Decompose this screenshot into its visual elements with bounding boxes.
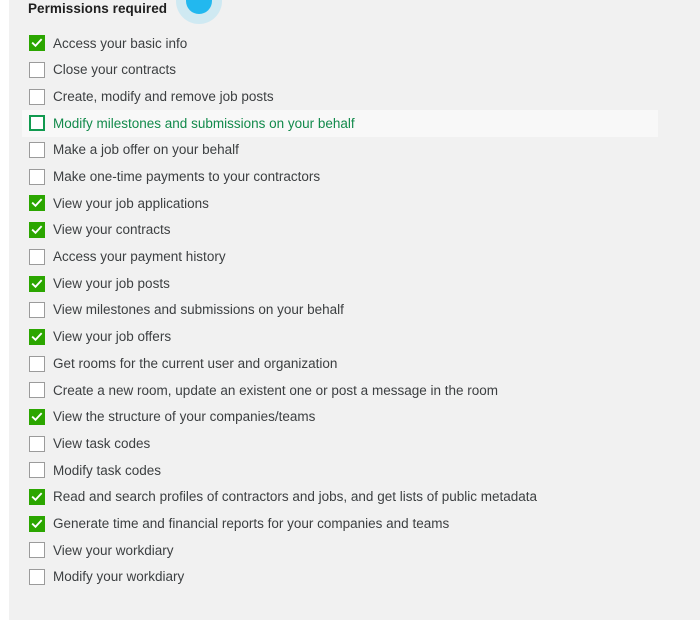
checkbox-unchecked-icon[interactable] [29, 542, 45, 559]
checkbox-checked-icon[interactable] [29, 515, 45, 532]
checkbox-unchecked-icon[interactable] [29, 462, 45, 479]
checkbox-unchecked-icon[interactable] [29, 355, 45, 372]
permission-label: View task codes [53, 435, 151, 451]
permission-label: View your job applications [53, 195, 209, 211]
permission-label: Create, modify and remove job posts [53, 88, 274, 104]
permission-label: Make a job offer on your behalf [53, 142, 239, 158]
checkbox-unchecked-icon[interactable] [29, 62, 45, 79]
permission-row[interactable]: Get rooms for the current user and organ… [0, 350, 700, 377]
permission-row[interactable]: View your job offers [0, 324, 700, 351]
permission-row[interactable]: Modify milestones and submissions on you… [22, 110, 658, 137]
permission-label: Read and search profiles of contractors … [53, 489, 538, 505]
permission-row[interactable]: View your job posts [0, 270, 700, 297]
permission-row[interactable]: Generate time and financial reports for … [0, 510, 700, 537]
permission-row[interactable]: View milestones and submissions on your … [0, 297, 700, 324]
permission-label: Access your payment history [53, 249, 226, 265]
permission-label: View milestones and submissions on your … [53, 302, 344, 318]
permission-label: View your job posts [53, 275, 170, 291]
checkbox-checked-icon[interactable] [29, 408, 45, 425]
permission-label: Create a new room, update an existent on… [53, 382, 499, 398]
permissions-list: Access your basic info Close your contrac… [0, 30, 700, 590]
permission-row[interactable]: View your job applications [0, 190, 700, 217]
checkbox-checked-icon[interactable] [29, 275, 45, 292]
checkbox-unchecked-icon[interactable] [29, 88, 45, 105]
checkbox-unchecked-icon[interactable] [29, 435, 45, 452]
permission-label: Close your contracts [53, 62, 177, 78]
permission-label: Make one-time payments to your contracto… [53, 169, 321, 185]
checkbox-unchecked-icon[interactable] [29, 168, 45, 185]
permission-row[interactable]: Create, modify and remove job posts [0, 83, 700, 110]
click-indicator-icon [176, 0, 222, 24]
permission-label: View the structure of your companies/tea… [53, 409, 316, 425]
checkbox-unchecked-icon[interactable] [29, 248, 45, 265]
page-title: Permissions required [28, 1, 168, 16]
checkbox-unchecked-icon[interactable] [29, 142, 45, 159]
permission-label: Access your basic info [53, 35, 188, 51]
checkbox-unchecked-icon[interactable] [29, 569, 45, 586]
permission-label: View your job offers [53, 329, 172, 345]
permission-row[interactable]: Access your basic info [0, 30, 700, 57]
permission-row[interactable]: View task codes [0, 430, 700, 457]
checkbox-unchecked-icon[interactable] [29, 302, 45, 319]
permission-label: Get rooms for the current user and organ… [53, 355, 338, 371]
permission-row[interactable]: Read and search profiles of contractors … [0, 484, 700, 511]
permission-row[interactable]: Modify your workdiary [0, 564, 700, 591]
permission-row[interactable]: View your workdiary [0, 537, 700, 564]
checkbox-checked-icon[interactable] [29, 328, 45, 345]
permissions-panel: Permissions required Access your basic i… [0, 0, 700, 620]
permission-row[interactable]: Modify task codes [0, 457, 700, 484]
permission-label: Modify task codes [53, 462, 162, 478]
checkbox-checked-icon[interactable] [29, 195, 45, 212]
permission-row[interactable]: Access your payment history [0, 244, 700, 271]
permission-row[interactable]: Close your contracts [0, 57, 700, 84]
permission-row[interactable]: Make one-time payments to your contracto… [0, 163, 700, 190]
checkbox-unchecked-icon[interactable] [29, 382, 45, 399]
permission-label: Modify milestones and submissions on you… [53, 115, 355, 131]
permission-label: View your workdiary [53, 542, 174, 558]
permission-label: View your contracts [53, 222, 171, 238]
checkbox-checked-icon[interactable] [29, 222, 45, 239]
checkbox-checked-icon[interactable] [29, 489, 45, 506]
permission-row[interactable]: View the structure of your companies/tea… [0, 404, 700, 431]
permission-row[interactable]: Make a job offer on your behalf [0, 137, 700, 164]
permission-label: Modify your workdiary [53, 569, 185, 585]
permission-row[interactable]: View your contracts [0, 217, 700, 244]
click-indicator-dot [186, 0, 212, 14]
checkbox-checked-icon[interactable] [29, 35, 45, 52]
permission-row[interactable]: Create a new room, update an existent on… [0, 377, 700, 404]
checkbox-unchecked-icon[interactable] [29, 115, 45, 132]
permission-label: Generate time and financial reports for … [53, 515, 450, 531]
